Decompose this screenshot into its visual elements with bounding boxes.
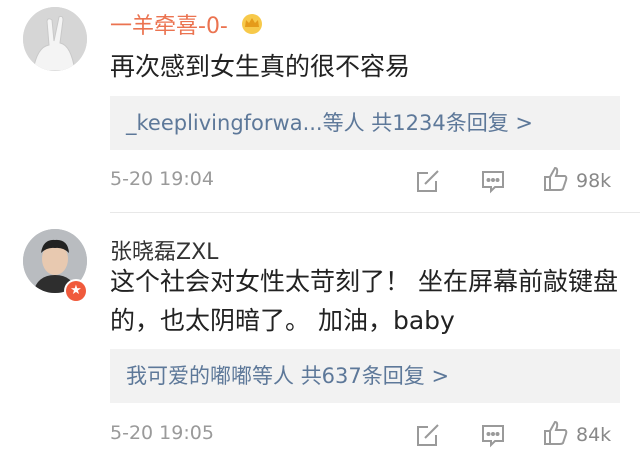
like-button[interactable]: 84k	[542, 418, 611, 452]
like-icon[interactable]	[542, 165, 570, 197]
comment-text: 这个社会对女性太苛刻了！ 坐在屏幕前敲键盘的，也太阴暗了。 加油，baby	[110, 267, 618, 335]
crown-icon	[239, 13, 265, 41]
comment-text: 再次感到女生真的很不容易	[110, 52, 411, 81]
username-text[interactable]: 一羊牵喜-0-	[110, 14, 228, 39]
username[interactable]: 一羊牵喜-0-	[110, 8, 265, 41]
avatar[interactable]	[23, 7, 87, 71]
timestamp: 5-20 19:05	[110, 422, 214, 444]
share-icon[interactable]	[415, 164, 441, 198]
comment-icon[interactable]	[480, 418, 506, 452]
like-button[interactable]: 98k	[542, 164, 611, 198]
avatar-image	[23, 7, 87, 71]
like-count: 98k	[576, 170, 612, 192]
verified-badge-icon: ★	[64, 279, 88, 303]
like-count: 84k	[576, 424, 612, 446]
comment-item: ★ 张晓磊ZXL 这个社会对女性太苛刻了！ 坐在屏幕前敲键盘的，也太阴暗了。 加…	[0, 213, 640, 463]
comment-icon[interactable]	[480, 164, 506, 198]
reply-summary-link[interactable]: _keeplivingforwa...等人 共1234条回复 >	[110, 96, 620, 150]
like-icon[interactable]	[542, 419, 570, 451]
reply-count[interactable]: 共1234条回复 >	[371, 111, 533, 135]
share-icon[interactable]	[415, 418, 441, 452]
reply-summary-link[interactable]: 我可爱的嘟嘟等人 共637条回复 >	[110, 349, 620, 403]
reply-users[interactable]: _keeplivingforwa...等人	[126, 111, 365, 135]
comment-footer: 5-20 19:05 84k	[110, 418, 640, 452]
comment-item: 一羊牵喜-0- 再次感到女生真的很不容易 _keeplivingforwa...…	[0, 0, 640, 213]
reply-users[interactable]: 我可爱的嘟嘟等人	[126, 364, 294, 388]
timestamp: 5-20 19:04	[110, 168, 214, 190]
comment-footer: 5-20 19:04 98k	[110, 164, 640, 198]
reply-count[interactable]: 共637条回复 >	[301, 364, 449, 388]
